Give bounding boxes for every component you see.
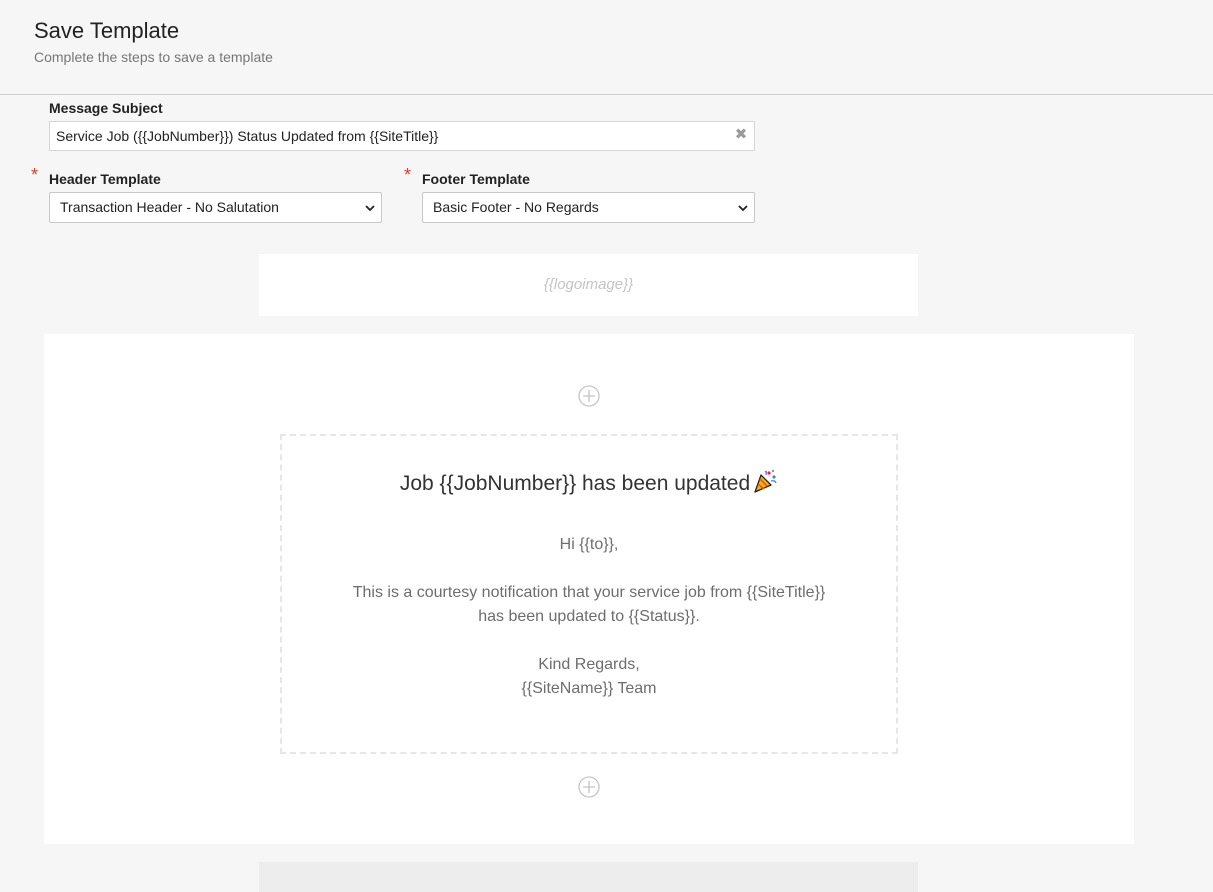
plus-circle-icon[interactable] xyxy=(578,385,600,407)
signature-text: {{SiteName}} Team xyxy=(521,680,657,697)
header-template-select[interactable]: Transaction Header - No Salutation xyxy=(49,192,382,223)
footer-preview-block[interactable] xyxy=(259,862,918,892)
required-marker: * xyxy=(31,165,39,185)
message-line-2: has been updated to {{Status}}. xyxy=(478,608,700,625)
footer-template-select[interactable]: Basic Footer - No Regards xyxy=(422,192,755,223)
greeting-text: Hi {{to}}, xyxy=(559,536,619,553)
logo-placeholder-block[interactable]: {{logoimage}} xyxy=(259,254,918,316)
page-title: Save Template xyxy=(34,18,180,43)
footer-template-value: Basic Footer - No Regards xyxy=(433,199,599,215)
close-icon[interactable]: ✖ xyxy=(733,127,749,143)
message-line-1: This is a courtesy notification that you… xyxy=(352,584,826,601)
message-subject-label: Message Subject xyxy=(49,100,163,116)
signoff-text: Kind Regards, xyxy=(538,656,640,673)
content-heading: Job {{JobNumber}} has been updated xyxy=(282,468,896,496)
message-subject-input[interactable]: Service Job ({{JobNumber}}) Status Updat… xyxy=(49,121,755,151)
required-marker: * xyxy=(404,165,412,185)
content-heading-text: Job {{JobNumber}} has been updated xyxy=(399,472,751,495)
chevron-down-icon xyxy=(738,205,748,212)
email-content-block[interactable]: Job {{JobNumber}} has been updated Hi {{… xyxy=(280,434,898,754)
chevron-down-icon xyxy=(365,205,375,212)
header-template-value: Transaction Header - No Salutation xyxy=(60,199,279,215)
footer-template-label: Footer Template xyxy=(422,171,530,187)
party-popper-icon xyxy=(754,469,777,493)
page-subtitle: Complete the steps to save a template xyxy=(34,49,273,65)
header-template-label: Header Template xyxy=(49,171,161,187)
plus-circle-icon[interactable] xyxy=(578,776,600,798)
page-header: Save Template Complete the steps to save… xyxy=(0,0,1213,95)
